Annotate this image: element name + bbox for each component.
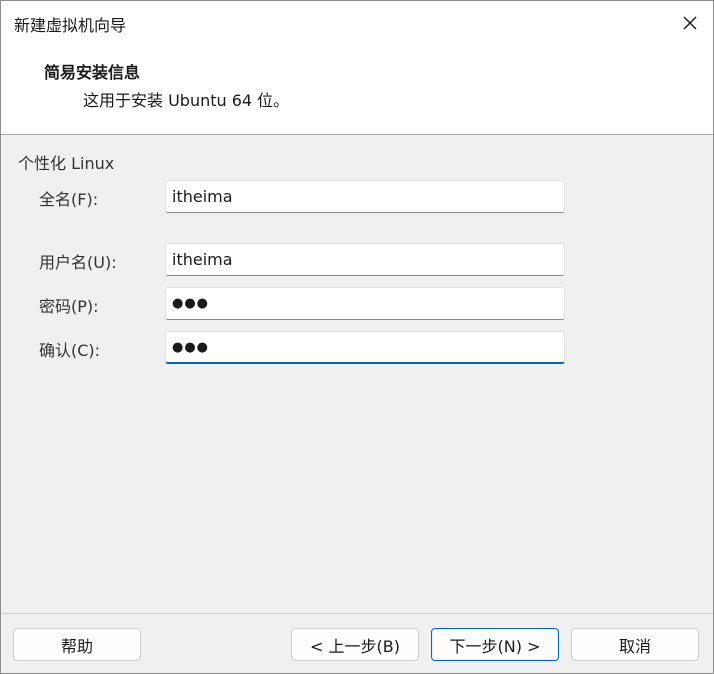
back-button[interactable]: < 上一步(B): [291, 628, 419, 661]
header-subtitle: 这用于安装 Ubuntu 64 位。: [83, 91, 290, 110]
title-bar: 新建虚拟机向导: [1, 1, 713, 45]
username-field[interactable]: [165, 243, 565, 276]
header-title: 简易安装信息: [44, 63, 141, 82]
fullname-field[interactable]: [165, 180, 565, 213]
wizard-header: 简易安装信息 这用于安装 Ubuntu 64 位。: [1, 45, 713, 135]
confirm-password-field[interactable]: [165, 331, 565, 364]
username-label: 用户名(U):: [39, 253, 117, 272]
new-vm-wizard-window: 新建虚拟机向导 简易安装信息 这用于安装 Ubuntu 64 位。 个性化 Li…: [0, 0, 714, 674]
help-button[interactable]: 帮助: [13, 628, 141, 661]
wizard-content: 个性化 Linux 全名(F): 用户名(U): 密码(P): 确认(C):: [1, 136, 713, 613]
next-button[interactable]: 下一步(N) >: [431, 628, 559, 661]
fullname-label: 全名(F):: [39, 190, 99, 209]
close-icon: [683, 16, 697, 30]
password-field[interactable]: [165, 287, 565, 320]
window-title: 新建虚拟机向导: [14, 16, 127, 35]
close-button[interactable]: [667, 1, 713, 45]
confirm-password-label: 确认(C):: [39, 341, 101, 360]
personalize-group-label: 个性化 Linux: [18, 154, 115, 173]
footer-divider: [1, 613, 713, 614]
password-label: 密码(P):: [39, 297, 99, 316]
cancel-button[interactable]: 取消: [571, 628, 699, 661]
